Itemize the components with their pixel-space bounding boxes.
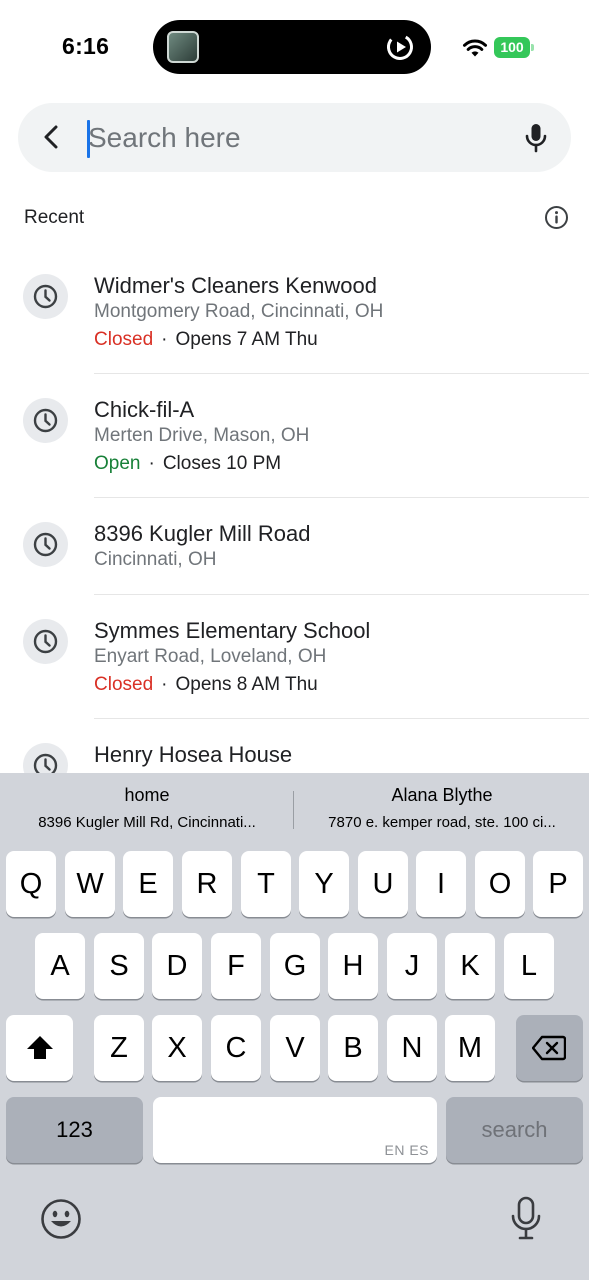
place-status-line: Closed · Opens 7 AM Thu xyxy=(94,329,318,351)
microphone-icon[interactable] xyxy=(523,122,549,154)
emoji-icon[interactable] xyxy=(40,1198,82,1240)
search-key[interactable]: search xyxy=(446,1097,583,1163)
key-p[interactable]: P xyxy=(533,851,583,917)
clock-icon xyxy=(33,284,58,309)
keyboard: home 8396 Kugler Mill Rd, Cincinnati... … xyxy=(0,773,589,1280)
history-badge xyxy=(23,619,68,664)
place-title: 8396 Kugler Mill Road xyxy=(94,521,311,546)
separator-dot: · xyxy=(161,329,168,350)
dictation-microphone-icon[interactable] xyxy=(510,1195,542,1243)
search-input[interactable] xyxy=(88,117,508,159)
status-closed: Closed xyxy=(94,329,154,350)
history-badge xyxy=(23,274,68,319)
place-hours: Closes 10 PM xyxy=(162,453,282,474)
history-badge xyxy=(23,398,68,443)
key-c[interactable]: C xyxy=(211,1015,261,1081)
key-t[interactable]: T xyxy=(241,851,291,917)
place-hours: Opens 7 AM Thu xyxy=(175,329,318,350)
battery-level: 100 xyxy=(500,39,524,55)
key-y[interactable]: Y xyxy=(299,851,349,917)
info-icon[interactable] xyxy=(544,205,569,230)
battery-indicator: 100 xyxy=(494,37,534,58)
list-item[interactable]: Chick-fil-A Merten Drive, Mason, OH Open… xyxy=(0,374,589,498)
delete-key[interactable] xyxy=(516,1015,583,1081)
key-b[interactable]: B xyxy=(328,1015,378,1081)
key-f[interactable]: F xyxy=(211,933,261,999)
key-a[interactable]: A xyxy=(35,933,85,999)
place-title: Henry Hosea House xyxy=(94,742,293,767)
key-v[interactable]: V xyxy=(270,1015,320,1081)
status-bar: 6:16 100 xyxy=(0,0,589,92)
list-item[interactable]: 8396 Kugler Mill Road Cincinnati, OH xyxy=(0,498,589,595)
dynamic-island[interactable] xyxy=(153,20,431,74)
key-g[interactable]: G xyxy=(270,933,320,999)
place-address: Enyart Road, Loveland, OH xyxy=(94,646,327,667)
place-status-line: Open · Closes 10 PM xyxy=(94,453,281,475)
list-item[interactable]: Symmes Elementary School Enyart Road, Lo… xyxy=(0,595,589,719)
place-status-line: Closed · Opens 8 AM Thu xyxy=(94,674,318,696)
history-badge xyxy=(23,522,68,567)
key-s[interactable]: S xyxy=(94,933,144,999)
chevron-left-icon[interactable] xyxy=(38,123,66,151)
key-z[interactable]: Z xyxy=(94,1015,144,1081)
clock-icon xyxy=(33,532,58,557)
suggestion-address: 8396 Kugler Mill Rd, Cincinnati... xyxy=(38,814,256,831)
recent-header: Recent xyxy=(24,207,85,228)
clock-icon xyxy=(33,408,58,433)
status-closed: Closed xyxy=(94,674,154,695)
place-hours: Opens 8 AM Thu xyxy=(175,674,318,695)
key-r[interactable]: R xyxy=(182,851,232,917)
shift-key[interactable] xyxy=(6,1015,73,1081)
suggestion-home[interactable]: home 8396 Kugler Mill Rd, Cincinnati... xyxy=(2,785,292,831)
place-address: Montgomery Road, Cincinnati, OH xyxy=(94,301,384,322)
key-x[interactable]: X xyxy=(152,1015,202,1081)
space-key[interactable]: EN ES xyxy=(153,1097,437,1163)
key-w[interactable]: W xyxy=(65,851,115,917)
key-o[interactable]: O xyxy=(475,851,525,917)
shift-icon xyxy=(27,1036,53,1059)
status-time: 6:16 xyxy=(62,33,110,59)
search-bar[interactable] xyxy=(18,103,571,172)
status-open: Open xyxy=(94,453,141,474)
list-item[interactable]: Henry Hosea House xyxy=(0,719,589,788)
suggestion-divider xyxy=(293,791,294,829)
suggestion-address: 7870 e. kemper road, ste. 100 ci... xyxy=(328,814,556,831)
separator-dot: · xyxy=(148,453,155,474)
numbers-key[interactable]: 123 xyxy=(6,1097,143,1163)
place-address: Merten Drive, Mason, OH xyxy=(94,425,310,446)
key-j[interactable]: J xyxy=(387,933,437,999)
key-n[interactable]: N xyxy=(387,1015,437,1081)
key-q[interactable]: Q xyxy=(6,851,56,917)
list-item[interactable]: Widmer's Cleaners Kenwood Montgomery Roa… xyxy=(0,250,589,374)
text-caret xyxy=(87,120,90,158)
key-k[interactable]: K xyxy=(445,933,495,999)
suggestion-contact[interactable]: Alana Blythe 7870 e. kemper road, ste. 1… xyxy=(297,785,587,831)
key-i[interactable]: I xyxy=(416,851,466,917)
key-h[interactable]: H xyxy=(328,933,378,999)
key-e[interactable]: E xyxy=(123,851,173,917)
key-l[interactable]: L xyxy=(504,933,554,999)
keyboard-suggestions: home 8396 Kugler Mill Rd, Cincinnati... … xyxy=(0,773,589,843)
play-indicator-icon xyxy=(387,34,413,60)
suggestion-title: Alana Blythe xyxy=(391,785,493,805)
place-title: Widmer's Cleaners Kenwood xyxy=(94,273,377,298)
suggestion-title: home xyxy=(124,785,170,805)
place-title: Symmes Elementary School xyxy=(94,618,371,643)
language-hint: EN ES xyxy=(384,1142,429,1158)
battery-cap xyxy=(531,44,534,51)
delete-backspace-icon xyxy=(532,1035,566,1061)
clock-icon xyxy=(33,629,58,654)
key-d[interactable]: D xyxy=(152,933,202,999)
key-m[interactable]: M xyxy=(445,1015,495,1081)
wifi-icon xyxy=(463,39,487,57)
place-title: Chick-fil-A xyxy=(94,397,195,422)
now-playing-thumbnail xyxy=(167,31,199,63)
separator-dot: · xyxy=(161,674,168,695)
place-address: Cincinnati, OH xyxy=(94,549,217,570)
key-u[interactable]: U xyxy=(358,851,408,917)
